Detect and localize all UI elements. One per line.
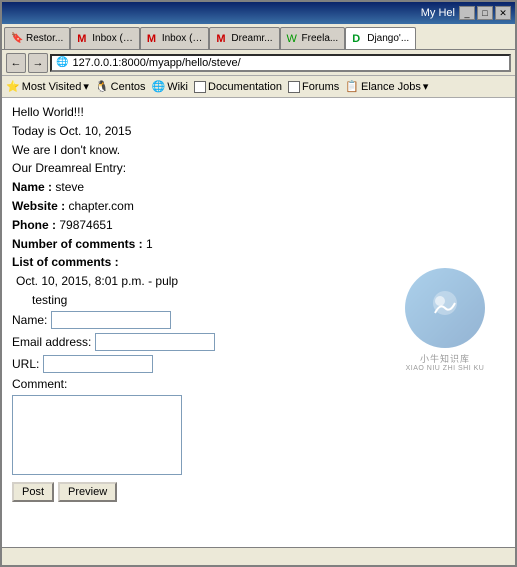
tab-restore-icon: 🔖 — [11, 33, 23, 45]
tab-django-label: Django'... — [367, 33, 409, 44]
tab-django[interactable]: D Django'... — [345, 27, 416, 49]
tab-inbox2-label: Inbox (… — [162, 33, 203, 44]
chevron-down-icon: ▾ — [83, 80, 89, 93]
comment-text: testing — [32, 292, 505, 309]
tab-dreamr-icon: M — [216, 33, 228, 45]
tab-inbox1-icon: M — [77, 33, 89, 45]
phone-value: 79874651 — [59, 218, 112, 232]
name-label: Name : — [12, 180, 52, 194]
wiki-icon: 🌐 — [152, 80, 166, 93]
website-row: Website : chapter.com — [12, 198, 505, 215]
title-text: My Hel — [6, 7, 459, 19]
website-value: chapter.com — [68, 199, 133, 213]
bookmark-documentation-label: Documentation — [208, 81, 282, 93]
bookmark-centos[interactable]: 🐧 Centos — [95, 80, 146, 93]
minimize-button[interactable]: _ — [459, 6, 475, 20]
tab-freela-label: Freela... — [302, 33, 339, 44]
form-buttons-row: Post Preview — [12, 482, 505, 502]
phone-label: Phone : — [12, 218, 56, 232]
address-bar[interactable]: 🌐 — [50, 54, 511, 72]
address-input[interactable] — [72, 57, 505, 69]
num-comments-row: Number of comments : 1 — [12, 236, 505, 253]
preview-button[interactable]: Preview — [58, 482, 117, 502]
website-label: Website : — [12, 199, 65, 213]
bookmark-forums-label: Forums — [302, 81, 339, 93]
maximize-button[interactable]: □ — [477, 6, 493, 20]
bookmark-documentation[interactable]: Documentation — [194, 81, 282, 93]
centos-icon: 🐧 — [95, 80, 109, 93]
comment-date: Oct. 10, 2015, 8:01 p.m. - pulp — [16, 273, 505, 290]
form-name-label: Name: — [12, 313, 47, 327]
bookmark-centos-label: Centos — [111, 81, 146, 93]
email-input[interactable] — [95, 333, 215, 351]
form-email-row: Email address: — [12, 333, 505, 351]
tab-inbox2[interactable]: M Inbox (… — [140, 27, 210, 49]
tab-inbox1[interactable]: M Inbox (… — [70, 27, 140, 49]
tab-inbox2-icon: M — [147, 33, 159, 45]
forums-checkbox[interactable] — [288, 81, 300, 93]
hello-text: Hello World!!! — [12, 104, 505, 121]
comment-textarea[interactable] — [12, 395, 182, 475]
bookmark-most-visited-label: Most Visited — [22, 81, 82, 93]
name-value: steve — [55, 180, 84, 194]
we-are-text: We are I don't know. — [12, 142, 505, 159]
bookmark-elance-label: Elance Jobs — [361, 81, 421, 93]
form-email-label: Email address: — [12, 335, 91, 349]
comment-item: Oct. 10, 2015, 8:01 p.m. - pulp testing — [16, 273, 505, 309]
bookmark-wiki-label: Wiki — [167, 81, 188, 93]
form-comment-row — [12, 395, 505, 478]
form-url-row: URL: — [12, 355, 505, 373]
status-bar — [2, 547, 515, 565]
forward-button[interactable]: → — [28, 53, 48, 73]
bookmark-forums[interactable]: Forums — [288, 81, 339, 93]
nav-bar: ← → 🌐 — [2, 50, 515, 76]
tab-dreamr[interactable]: M Dreamr... — [209, 27, 279, 49]
bookmark-most-visited[interactable]: ⭐ Most Visited ▾ — [6, 80, 89, 93]
tab-django-icon: D — [352, 33, 364, 45]
secure-icon: 🌐 — [56, 57, 68, 68]
dreamreal-text: Our Dreamreal Entry: — [12, 160, 505, 177]
browser-window: My Hel _ □ ✕ 🔖 Restor... M Inbox (… M In… — [0, 0, 517, 567]
tab-restore[interactable]: 🔖 Restor... — [4, 27, 70, 49]
tab-inbox1-label: Inbox (… — [92, 33, 133, 44]
list-comments-heading: List of comments : — [12, 255, 119, 269]
tab-freela-icon: W — [287, 33, 299, 45]
num-comments-value: 1 — [146, 237, 153, 251]
list-comments-label: List of comments : — [12, 254, 505, 271]
elance-chevron-icon: ▾ — [423, 80, 429, 93]
tab-dreamr-label: Dreamr... — [231, 33, 272, 44]
bookmark-elance[interactable]: 📋 Elance Jobs ▾ — [345, 80, 428, 93]
tab-freela[interactable]: W Freela... — [280, 27, 346, 49]
form-comment-label: Comment: — [12, 377, 67, 391]
form-comment-label-row: Comment: — [12, 377, 505, 391]
content-area: 小牛知识库 XIAO NIU ZHI SHI KU Hello World!!!… — [2, 98, 515, 547]
tab-bar: 🔖 Restor... M Inbox (… M Inbox (… M Drea… — [2, 24, 515, 50]
date-text: Today is Oct. 10, 2015 — [12, 123, 505, 140]
name-input[interactable] — [51, 311, 171, 329]
documentation-checkbox[interactable] — [194, 81, 206, 93]
bookmarks-bar: ⭐ Most Visited ▾ 🐧 Centos 🌐 Wiki Documen… — [2, 76, 515, 98]
num-comments-label: Number of comments : — [12, 237, 143, 251]
back-button[interactable]: ← — [6, 53, 26, 73]
url-input[interactable] — [43, 355, 153, 373]
form-name-row: Name: — [12, 311, 505, 329]
name-row: Name : steve — [12, 179, 505, 196]
elance-icon: 📋 — [345, 80, 359, 93]
bookmark-wiki[interactable]: 🌐 Wiki — [152, 80, 188, 93]
form-url-label: URL: — [12, 357, 39, 371]
close-button[interactable]: ✕ — [495, 6, 511, 20]
title-bar: My Hel _ □ ✕ — [2, 2, 515, 24]
star-icon: ⭐ — [6, 80, 20, 93]
tab-restore-label: Restor... — [26, 33, 63, 44]
title-buttons: _ □ ✕ — [459, 6, 511, 20]
post-button[interactable]: Post — [12, 482, 54, 502]
phone-row: Phone : 79874651 — [12, 217, 505, 234]
